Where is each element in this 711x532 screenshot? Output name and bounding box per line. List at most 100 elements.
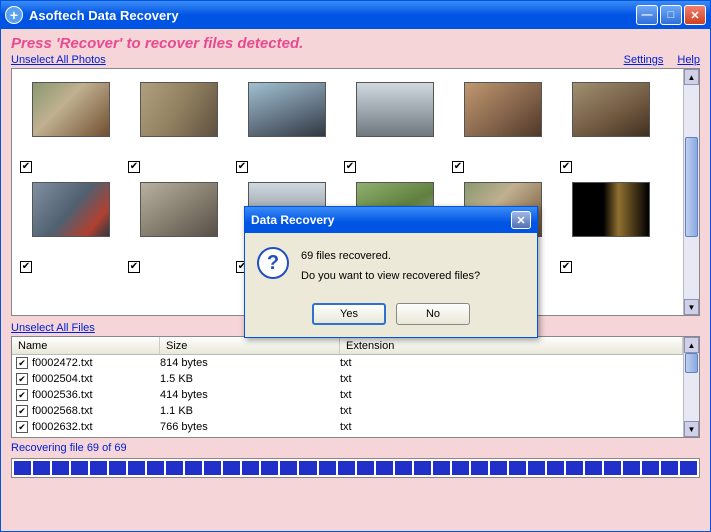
progress-segment (147, 461, 164, 475)
photo-thumbnail[interactable]: ✔ (14, 177, 122, 277)
photo-thumbnail[interactable]: ✔ (122, 177, 230, 277)
dialog-close-button[interactable]: ✕ (511, 211, 531, 229)
photo-thumbnail[interactable]: ✔ (122, 77, 230, 177)
column-header-name[interactable]: Name (12, 337, 160, 354)
maximize-button[interactable]: □ (660, 5, 682, 25)
file-checkbox[interactable]: ✔ (16, 373, 28, 385)
progress-bar (11, 458, 700, 478)
photo-thumbnail[interactable]: ✔ (230, 77, 338, 177)
thumbnail-image (248, 82, 326, 137)
close-button[interactable]: ✕ (684, 5, 706, 25)
progress-segment (338, 461, 355, 475)
progress-segment (52, 461, 69, 475)
file-scrollbar[interactable]: ▲ ▼ (683, 337, 699, 437)
thumbnail-image (572, 182, 650, 237)
file-size: 1.1 KB (160, 405, 340, 417)
thumbnail-image (464, 82, 542, 137)
file-table: Name Size Extension ✔f0002472.txt814 byt… (12, 337, 683, 437)
progress-segment (471, 461, 488, 475)
scroll-handle[interactable] (685, 353, 698, 373)
thumbnail-checkbox[interactable]: ✔ (344, 161, 356, 173)
top-links-row: Unselect All Photos Settings Help (11, 54, 700, 66)
scroll-track[interactable] (684, 85, 699, 299)
progress-segment (433, 461, 450, 475)
progress-segment (642, 461, 659, 475)
column-header-ext[interactable]: Extension (340, 337, 683, 354)
scroll-up-icon[interactable]: ▲ (684, 337, 699, 353)
file-size: 1.5 KB (160, 373, 340, 385)
file-checkbox[interactable]: ✔ (16, 421, 28, 433)
progress-segment (71, 461, 88, 475)
file-name: f0002632.txt (32, 421, 160, 433)
thumbnail-checkbox[interactable]: ✔ (20, 261, 32, 273)
progress-segment (452, 461, 469, 475)
progress-segment (242, 461, 259, 475)
unselect-all-photos-link[interactable]: Unselect All Photos (11, 54, 106, 66)
yes-button[interactable]: Yes (312, 303, 386, 325)
title-bar: + Asoftech Data Recovery — □ ✕ (1, 1, 710, 29)
file-row[interactable]: ✔f0002472.txt814 bytestxt (12, 355, 683, 371)
dialog-message: 69 files recovered. Do you want to view … (301, 247, 480, 287)
file-checkbox[interactable]: ✔ (16, 357, 28, 369)
window-title: Asoftech Data Recovery (29, 8, 636, 23)
file-ext: txt (340, 357, 683, 369)
file-ext: txt (340, 405, 683, 417)
file-row[interactable]: ✔f0002632.txt766 bytestxt (12, 419, 683, 435)
photo-scrollbar[interactable]: ▲ ▼ (683, 69, 699, 315)
progress-segment (509, 461, 526, 475)
thumbnail-checkbox[interactable]: ✔ (560, 161, 572, 173)
no-button[interactable]: No (396, 303, 470, 325)
progress-segment (204, 461, 221, 475)
progress-segment (280, 461, 297, 475)
help-link[interactable]: Help (677, 54, 700, 66)
file-checkbox[interactable]: ✔ (16, 389, 28, 401)
dialog-line1: 69 files recovered. (301, 247, 480, 267)
file-name: f0002472.txt (32, 357, 160, 369)
dialog-line2: Do you want to view recovered files? (301, 267, 480, 287)
file-row[interactable]: ✔f0002536.txt414 bytestxt (12, 387, 683, 403)
thumbnail-image (140, 82, 218, 137)
progress-segment (166, 461, 183, 475)
photo-thumbnail[interactable]: ✔ (446, 77, 554, 177)
file-row[interactable]: ✔ f0002504.txt1.5 KBtxt (12, 371, 683, 387)
app-icon: + (5, 6, 23, 24)
progress-segment (414, 461, 431, 475)
progress-segment (261, 461, 278, 475)
scroll-down-icon[interactable]: ▼ (684, 299, 699, 315)
thumbnail-checkbox[interactable]: ✔ (128, 261, 140, 273)
photo-thumbnail[interactable]: ✔ (14, 77, 122, 177)
photo-thumbnail[interactable]: ✔ (554, 177, 662, 277)
recovery-dialog: Data Recovery ✕ ? 69 files recovered. Do… (244, 206, 538, 338)
thumbnail-checkbox[interactable]: ✔ (128, 161, 140, 173)
dialog-title-bar: Data Recovery ✕ (245, 207, 537, 233)
scroll-up-icon[interactable]: ▲ (684, 69, 699, 85)
scroll-down-icon[interactable]: ▼ (684, 421, 699, 437)
progress-segment (623, 461, 640, 475)
file-checkbox[interactable]: ✔ (16, 405, 28, 417)
unselect-all-files-link[interactable]: Unselect All Files (11, 322, 95, 334)
column-header-size[interactable]: Size (160, 337, 340, 354)
question-icon: ? (257, 247, 289, 279)
progress-segment (319, 461, 336, 475)
file-list-panel: Name Size Extension ✔f0002472.txt814 byt… (11, 336, 700, 438)
progress-segment (395, 461, 412, 475)
file-row[interactable]: ✔f0002568.txt1.1 KBtxt (12, 403, 683, 419)
thumbnail-checkbox[interactable]: ✔ (452, 161, 464, 173)
scroll-track[interactable] (684, 353, 699, 421)
scroll-handle[interactable] (685, 137, 698, 237)
file-size: 766 bytes (160, 421, 340, 433)
thumbnail-image (140, 182, 218, 237)
progress-segment (14, 461, 31, 475)
photo-thumbnail[interactable]: ✔ (338, 77, 446, 177)
file-name: f0002504.txt (32, 373, 160, 385)
thumbnail-checkbox[interactable]: ✔ (560, 261, 572, 273)
photo-thumbnail[interactable]: ✔ (554, 77, 662, 177)
settings-link[interactable]: Settings (624, 54, 664, 66)
thumbnail-checkbox[interactable]: ✔ (236, 161, 248, 173)
progress-segment (376, 461, 393, 475)
minimize-button[interactable]: — (636, 5, 658, 25)
thumbnail-checkbox[interactable]: ✔ (20, 161, 32, 173)
progress-segment (185, 461, 202, 475)
thumbnail-image (32, 82, 110, 137)
file-ext: txt (340, 373, 683, 385)
